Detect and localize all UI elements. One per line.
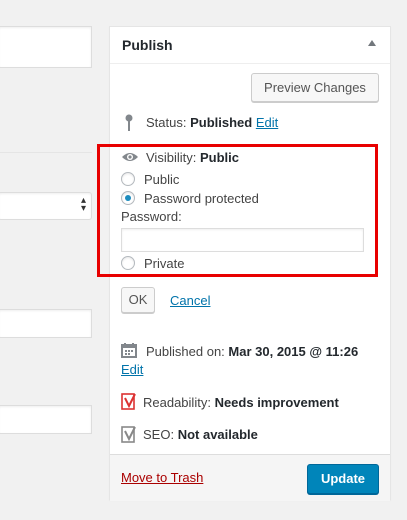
readability-row: Readability: Needs improvement	[143, 395, 339, 410]
status-row: Status: Published Edit	[146, 115, 278, 130]
left-text-input-3[interactable]	[0, 405, 92, 434]
left-divider	[0, 152, 92, 153]
radio-private-label[interactable]: Private	[144, 256, 184, 271]
visibility-value: Public	[199, 150, 239, 165]
pin-icon	[125, 114, 133, 131]
published-on-edit-link[interactable]: Edit	[121, 362, 143, 377]
seo-row: SEO: Not available	[143, 427, 258, 442]
cancel-link[interactable]: Cancel	[170, 293, 210, 308]
update-button[interactable]: Update	[307, 464, 379, 494]
ok-button[interactable]: OK	[121, 287, 155, 313]
publish-box-footer: Move to Trash Update	[110, 454, 390, 501]
radio-password-protected-label[interactable]: Password protected	[144, 191, 259, 206]
visibility-row: Visibility: Public	[146, 150, 239, 165]
publish-box: Publish Preview Changes Status: Publishe…	[97, 26, 391, 501]
status-value: Published	[190, 115, 253, 130]
seo-value: Not available	[177, 427, 258, 442]
preview-changes-button[interactable]: Preview Changes	[251, 73, 379, 102]
eye-icon	[122, 153, 138, 161]
published-on-row: Published on: Mar 30, 2015 @ 11:26	[146, 344, 358, 359]
publish-box-header[interactable]: Publish	[110, 27, 390, 64]
yoast-seo-icon	[121, 426, 136, 443]
readability-label: Readability:	[143, 395, 211, 410]
left-text-input[interactable]	[0, 26, 92, 68]
status-label: Status:	[146, 115, 187, 130]
radio-password-protected[interactable]	[121, 191, 135, 205]
password-input[interactable]	[121, 228, 364, 252]
radio-private[interactable]	[121, 256, 135, 270]
left-text-input-2[interactable]	[0, 309, 92, 338]
radio-public[interactable]	[121, 172, 135, 186]
published-on-label: Published on:	[146, 344, 225, 359]
visibility-label: Visibility:	[146, 150, 197, 165]
collapse-arrow-icon[interactable]	[368, 40, 376, 46]
status-edit-link[interactable]: Edit	[256, 115, 278, 130]
radio-public-label[interactable]: Public	[144, 172, 179, 187]
readability-value: Needs improvement	[214, 395, 339, 410]
publish-box-title: Publish	[122, 37, 173, 53]
published-on-value: Mar 30, 2015 @ 11:26	[228, 344, 359, 359]
password-label: Password:	[121, 209, 182, 224]
seo-label: SEO:	[143, 427, 175, 442]
yoast-readability-icon	[121, 393, 136, 410]
move-to-trash-link[interactable]: Move to Trash	[121, 470, 203, 485]
calendar-icon	[121, 343, 137, 358]
select-arrows-icon: ▴ ▾	[80, 195, 86, 214]
left-select[interactable]: ▴ ▾	[0, 192, 92, 220]
